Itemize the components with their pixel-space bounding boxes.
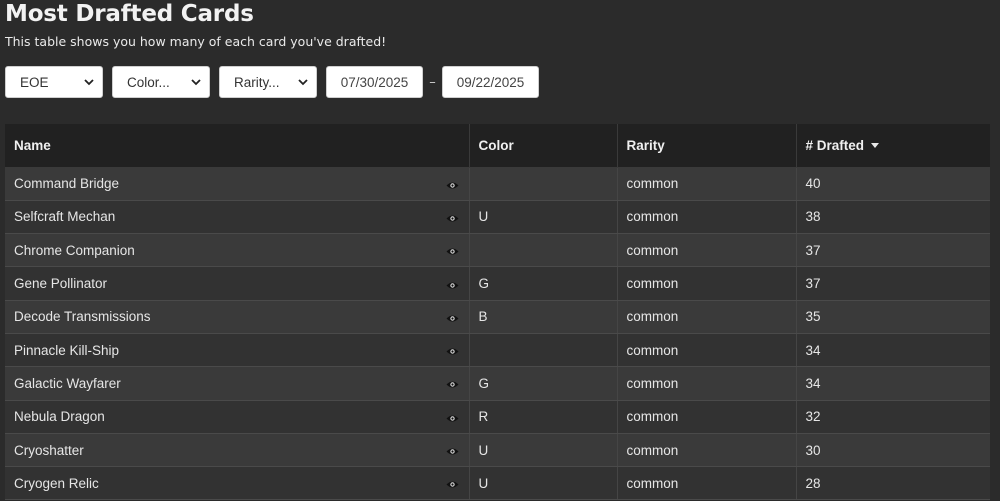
card-name[interactable]: Selfcraft Mechan bbox=[14, 209, 115, 224]
filter-bar: EOE Color... Rarity... 07/30/2025 – 09/2… bbox=[5, 66, 539, 98]
card-rarity: common bbox=[617, 366, 797, 401]
card-rarity: common bbox=[617, 433, 797, 468]
card-color bbox=[469, 233, 618, 268]
card-color: U bbox=[469, 433, 618, 468]
card-drafted-count: 34 bbox=[796, 333, 990, 368]
card-color: G bbox=[469, 366, 618, 401]
start-date-input[interactable]: 07/30/2025 bbox=[326, 66, 423, 98]
card-name-cell: Decode Transmissions bbox=[5, 300, 470, 334]
card-color bbox=[469, 333, 618, 368]
card-name[interactable]: Decode Transmissions bbox=[14, 309, 151, 324]
card-drafted-count: 37 bbox=[796, 266, 990, 301]
card-drafted-count: 40 bbox=[796, 167, 990, 201]
card-name-cell: Nebula Dragon bbox=[5, 400, 470, 434]
chevron-down-icon bbox=[298, 77, 308, 87]
card-name-cell: Galactic Wayfarer bbox=[5, 366, 470, 401]
chevron-down-icon bbox=[191, 77, 201, 87]
card-name[interactable]: Gene Pollinator bbox=[14, 276, 107, 291]
card-name[interactable]: Cryogen Relic bbox=[14, 476, 99, 491]
eye-icon[interactable] bbox=[446, 247, 459, 256]
rarity-select[interactable]: Rarity... bbox=[219, 66, 317, 98]
color-select[interactable]: Color... bbox=[112, 66, 210, 98]
page: Most Drafted Cards This table shows you … bbox=[0, 0, 1000, 501]
card-rarity: common bbox=[617, 167, 797, 201]
table-row: Pinnacle Kill-Ship common 34 bbox=[5, 333, 990, 368]
card-name[interactable]: Pinnacle Kill-Ship bbox=[14, 343, 119, 358]
chevron-down-icon bbox=[84, 77, 94, 87]
rarity-select-value: Rarity... bbox=[234, 74, 280, 90]
card-name-cell: Cryogen Relic bbox=[5, 466, 470, 501]
table-row: Nebula Dragon R common 32 bbox=[5, 400, 990, 434]
table-row: Cryogen Relic U common 28 bbox=[5, 466, 990, 501]
eye-icon[interactable] bbox=[446, 480, 459, 489]
eye-icon[interactable] bbox=[446, 314, 459, 323]
card-drafted-count: 30 bbox=[796, 433, 990, 468]
card-name-cell: Cryoshatter bbox=[5, 433, 470, 468]
card-color: U bbox=[469, 200, 618, 235]
column-header-name[interactable]: Name bbox=[5, 124, 470, 168]
eye-icon[interactable] bbox=[446, 380, 459, 389]
card-drafted-count: 37 bbox=[796, 233, 990, 268]
card-color: U bbox=[469, 466, 618, 501]
card-color: G bbox=[469, 266, 618, 301]
card-drafted-count: 35 bbox=[796, 300, 990, 334]
card-name-cell: Chrome Companion bbox=[5, 233, 470, 268]
card-drafted-count: 28 bbox=[796, 466, 990, 501]
page-title: Most Drafted Cards bbox=[5, 1, 254, 27]
card-drafted-count: 38 bbox=[796, 200, 990, 235]
table-row: Selfcraft Mechan U common 38 bbox=[5, 200, 990, 235]
table-header-row: Name Color Rarity # Drafted bbox=[5, 124, 990, 168]
table-row: Gene Pollinator G common 37 bbox=[5, 266, 990, 301]
card-name[interactable]: Galactic Wayfarer bbox=[14, 376, 121, 391]
sort-desc-caret-icon[interactable] bbox=[871, 142, 880, 148]
table-row: Decode Transmissions B common 35 bbox=[5, 300, 990, 334]
eye-icon[interactable] bbox=[446, 181, 459, 190]
eye-icon[interactable] bbox=[446, 447, 459, 456]
card-rarity: common bbox=[617, 300, 797, 334]
card-name-cell: Command Bridge bbox=[5, 167, 470, 201]
eye-icon[interactable] bbox=[446, 347, 459, 356]
card-rarity: common bbox=[617, 200, 797, 235]
column-header-drafted[interactable]: # Drafted bbox=[796, 124, 990, 168]
card-name-cell: Pinnacle Kill-Ship bbox=[5, 333, 470, 368]
table-row: Cryoshatter U common 30 bbox=[5, 433, 990, 468]
card-color bbox=[469, 167, 618, 201]
table-row: Galactic Wayfarer G common 34 bbox=[5, 366, 990, 401]
card-color: R bbox=[469, 400, 618, 434]
table-row: Command Bridge common 40 bbox=[5, 167, 990, 201]
card-name[interactable]: Nebula Dragon bbox=[14, 409, 105, 424]
card-name-cell: Gene Pollinator bbox=[5, 266, 470, 301]
set-select-value: EOE bbox=[20, 74, 49, 90]
eye-icon[interactable] bbox=[446, 214, 459, 223]
card-name[interactable]: Cryoshatter bbox=[14, 443, 84, 458]
card-drafted-count: 32 bbox=[796, 400, 990, 434]
eye-icon[interactable] bbox=[446, 281, 459, 290]
eye-icon[interactable] bbox=[446, 414, 459, 423]
card-rarity: common bbox=[617, 466, 797, 501]
page-subtitle: This table shows you how many of each ca… bbox=[5, 34, 387, 49]
column-header-rarity[interactable]: Rarity bbox=[617, 124, 797, 168]
card-rarity: common bbox=[617, 266, 797, 301]
card-rarity: common bbox=[617, 400, 797, 434]
drafted-cards-table: Name Color Rarity # Drafted Command Brid… bbox=[5, 124, 990, 501]
card-rarity: common bbox=[617, 233, 797, 268]
column-header-drafted-label: # Drafted bbox=[805, 137, 865, 153]
card-name-cell: Selfcraft Mechan bbox=[5, 200, 470, 235]
card-drafted-count: 34 bbox=[796, 366, 990, 401]
column-header-color[interactable]: Color bbox=[469, 124, 618, 168]
table-row: Chrome Companion common 37 bbox=[5, 233, 990, 268]
card-name[interactable]: Chrome Companion bbox=[14, 243, 135, 258]
card-color: B bbox=[469, 300, 618, 334]
end-date-input[interactable]: 09/22/2025 bbox=[442, 66, 539, 98]
color-select-value: Color... bbox=[127, 74, 170, 90]
card-rarity: common bbox=[617, 333, 797, 368]
date-range-separator: – bbox=[429, 74, 436, 90]
card-name[interactable]: Command Bridge bbox=[14, 176, 119, 191]
set-select[interactable]: EOE bbox=[5, 66, 103, 98]
